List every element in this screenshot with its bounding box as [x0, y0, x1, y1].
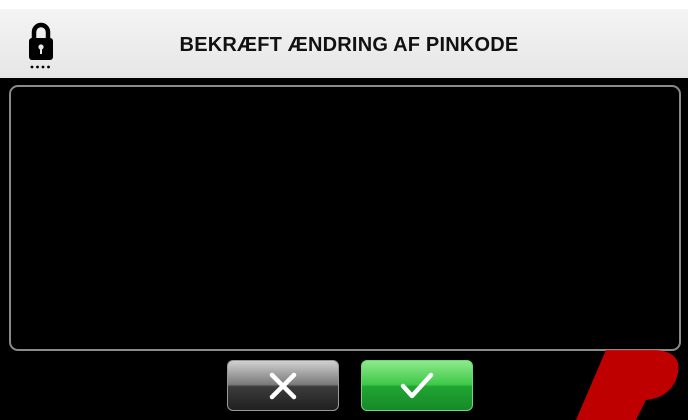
- content-panel: [9, 85, 681, 351]
- confirm-button[interactable]: [361, 360, 473, 411]
- cancel-button[interactable]: [227, 360, 339, 411]
- top-margin: [0, 0, 688, 9]
- checkmark-icon: [400, 372, 434, 398]
- watermark-logo: [576, 350, 679, 420]
- header-bar: BEKRÆFT ÆNDRING AF PINKODE: [0, 9, 688, 78]
- close-icon: [269, 372, 297, 399]
- page-title: BEKRÆFT ÆNDRING AF PINKODE: [179, 34, 519, 56]
